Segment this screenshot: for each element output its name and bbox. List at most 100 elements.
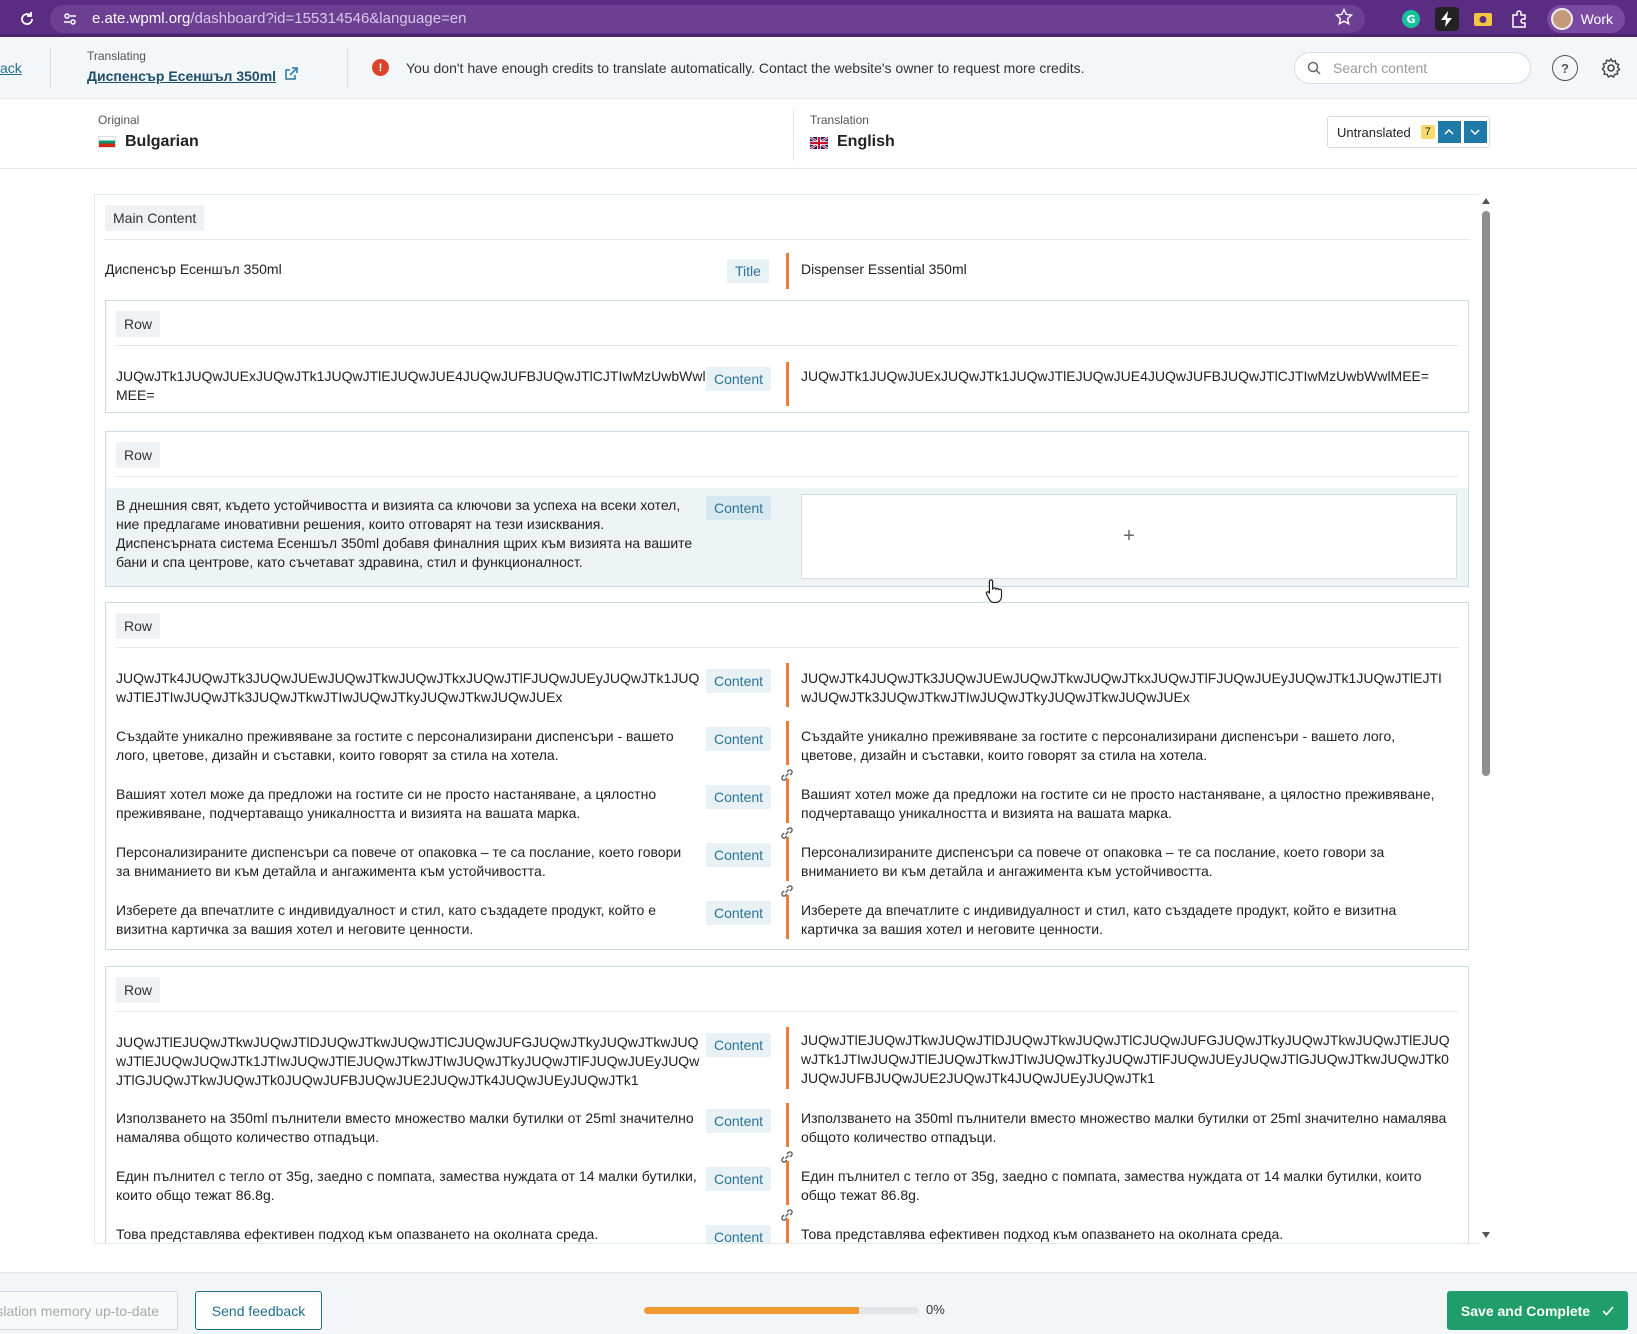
source-segment[interactable]: Изберете да впечатлите с индивидуалност …: [116, 901, 696, 939]
site-settings-icon[interactable]: [62, 11, 78, 27]
target-segment[interactable]: Персонализираните диспенсъри са повече о…: [801, 843, 1451, 881]
divider: [50, 47, 51, 88]
status-bar: [786, 837, 789, 881]
source-segment[interactable]: JUQwJTk1JUQwJUExJUQwJTk1JUQwJTlEJUQwJUE4…: [116, 367, 706, 405]
divider: [116, 476, 1459, 477]
url-text: e.ate.wpml.org/dashboard?id=155314546&la…: [92, 10, 467, 27]
editor-footer: Translation memory up-to-date Send feedb…: [0, 1272, 1637, 1334]
avatar: [1550, 7, 1573, 30]
title-target-segment[interactable]: Dispenser Essential 350ml: [801, 260, 1456, 279]
target-segment[interactable]: Изберете да впечатлите с индивидуалност …: [801, 901, 1451, 939]
filter-label: Untranslated: [1337, 124, 1411, 140]
divider: [116, 345, 1459, 346]
source-segment[interactable]: Един пълнител с тегло от 35g, заедно с п…: [116, 1167, 706, 1205]
title-tag: Title: [727, 259, 769, 283]
translation-language-name: English: [837, 133, 895, 150]
bulgaria-flag-icon: [98, 136, 116, 148]
source-segment[interactable]: Персонализираните диспенсъри са повече о…: [116, 843, 696, 881]
scroll-down-icon[interactable]: [1482, 1232, 1490, 1238]
scroll-up-icon[interactable]: [1482, 198, 1490, 204]
translating-label: Translating: [87, 49, 146, 64]
add-translation-box[interactable]: +: [801, 494, 1457, 579]
row-tag: Row: [116, 613, 161, 639]
browser-toolbar: e.ate.wpml.org/dashboard?id=155314546&la…: [0, 0, 1637, 37]
search-input[interactable]: Search content: [1294, 52, 1531, 84]
content-tag: Content: [706, 1167, 772, 1191]
content-tag: Content: [706, 843, 772, 867]
row-block: Row JUQwJTk1JUQwJUExJUQwJTk1JUQwJTlEJUQw…: [105, 300, 1469, 413]
target-segment[interactable]: JUQwJTk1JUQwJUExJUQwJTk1JUQwJTlEJUQwJUE4…: [801, 367, 1451, 386]
row-block: Row JUQwJTk4JUQwJTk3JUQwJUEwJUQwJTkwJUQw…: [105, 602, 1469, 950]
status-bar: [786, 1161, 789, 1205]
grammarly-extension-icon[interactable]: G: [1399, 7, 1423, 31]
translating-info: Translating Диспенсър Есеншъл 350ml: [69, 49, 347, 86]
back-link[interactable]: ack: [0, 60, 50, 76]
help-icon[interactable]: ?: [1552, 55, 1578, 81]
status-bar: [786, 1027, 789, 1089]
screenshot-extension-icon[interactable]: [1471, 7, 1495, 31]
target-segment[interactable]: Вашият хотел може да предложи на гостите…: [801, 785, 1451, 823]
profile-label: Work: [1580, 10, 1613, 27]
progress-bar: [644, 1307, 919, 1314]
source-segment[interactable]: Създайте уникално преживяване за гостите…: [116, 727, 696, 765]
content-tag: Content: [706, 901, 772, 925]
divider: [793, 109, 794, 161]
check-icon: [1602, 1305, 1614, 1316]
divider: [116, 647, 1459, 648]
source-segment[interactable]: JUQwJTlEJUQwJTkwJUQwJTlDJUQwJTkwJUQwJTlC…: [116, 1033, 706, 1090]
target-segment[interactable]: Създайте уникално преживяване за гостите…: [801, 727, 1451, 765]
progress-fill: [644, 1307, 859, 1314]
divider: [347, 47, 348, 88]
translation-label: Translation: [810, 113, 869, 127]
send-feedback-button[interactable]: Send feedback: [195, 1291, 322, 1330]
credits-notice: ! You don't have enough credits to trans…: [372, 59, 1085, 76]
svg-text:G: G: [1406, 13, 1415, 26]
target-segment[interactable]: JUQwJTk4JUQwJTk3JUQwJUEwJUQwJTkwJUQwJTkx…: [801, 669, 1451, 707]
source-segment[interactable]: JUQwJTk4JUQwJTk3JUQwJUEwJUQwJTkwJUQwJTkx…: [116, 669, 706, 707]
original-label: Original: [98, 113, 140, 127]
bookmark-star-icon[interactable]: [1334, 7, 1353, 30]
translation-memory-status-button[interactable]: Translation memory up-to-date: [0, 1291, 178, 1330]
profile-button[interactable]: Work: [1546, 4, 1625, 33]
translation-language: Translation English: [809, 113, 895, 151]
document-title-link[interactable]: Диспенсър Есеншъл 350ml: [87, 67, 298, 84]
scrollbar[interactable]: [1479, 194, 1493, 1244]
language-bar: Original Bulgarian Translation English U…: [0, 99, 1637, 169]
row-block: Row В днешния свят, където устойчивостта…: [105, 431, 1469, 587]
reload-icon[interactable]: [16, 8, 38, 30]
source-segment[interactable]: Използването на 350ml пълнители вместо м…: [116, 1109, 696, 1147]
title-source-segment[interactable]: Диспенсър Есеншъл 350ml: [105, 260, 705, 279]
target-segment[interactable]: Един пълнител с тегло от 35g, заедно с п…: [801, 1167, 1451, 1205]
row-tag: Row: [116, 311, 161, 337]
divider: [116, 1011, 1459, 1012]
source-segment[interactable]: Вашият хотел може да предложи на гостите…: [116, 785, 696, 823]
untranslated-filter[interactable]: Untranslated 7: [1327, 116, 1490, 148]
original-language-name: Bulgarian: [125, 133, 199, 150]
scrollbar-thumb[interactable]: [1482, 211, 1490, 776]
save-and-complete-button[interactable]: Save and Complete: [1447, 1291, 1628, 1330]
untranslated-count-badge: 7: [1420, 125, 1435, 139]
bolt-extension-icon[interactable]: [1434, 6, 1459, 31]
target-segment[interactable]: JUQwJTlEJUQwJTkwJUQwJTlDJUQwJTkwJUQwJTlC…: [801, 1031, 1451, 1088]
previous-segment-button[interactable]: [1437, 121, 1461, 143]
gear-icon[interactable]: [1598, 55, 1624, 81]
source-segment[interactable]: В днешния свят, където устойчивостта и в…: [116, 496, 696, 572]
next-segment-button[interactable]: [1463, 121, 1487, 143]
source-segment[interactable]: Това представлява ефективен подход към о…: [116, 1225, 696, 1243]
content-tag: Content: [706, 1109, 772, 1133]
hand-cursor-icon: [985, 579, 1003, 604]
content-tag: Content: [706, 1033, 772, 1057]
external-link-icon[interactable]: [284, 67, 298, 84]
status-bar: [786, 663, 789, 707]
original-language: Original Bulgarian: [98, 113, 199, 151]
address-bar[interactable]: e.ate.wpml.org/dashboard?id=155314546&la…: [50, 4, 1365, 33]
status-bar: [786, 721, 789, 765]
target-segment[interactable]: Използването на 350ml пълнители вместо м…: [801, 1109, 1451, 1147]
row-tag: Row: [116, 977, 161, 1003]
segments-panel: Main Content Диспенсър Есеншъл 350ml Tit…: [94, 194, 1479, 1244]
uk-flag-icon: [809, 136, 829, 150]
extensions-puzzle-icon[interactable]: [1507, 7, 1531, 31]
status-bar: [786, 253, 789, 289]
content-tag: Content: [706, 496, 772, 520]
target-segment[interactable]: Това представлява ефективен подход към о…: [801, 1225, 1451, 1243]
